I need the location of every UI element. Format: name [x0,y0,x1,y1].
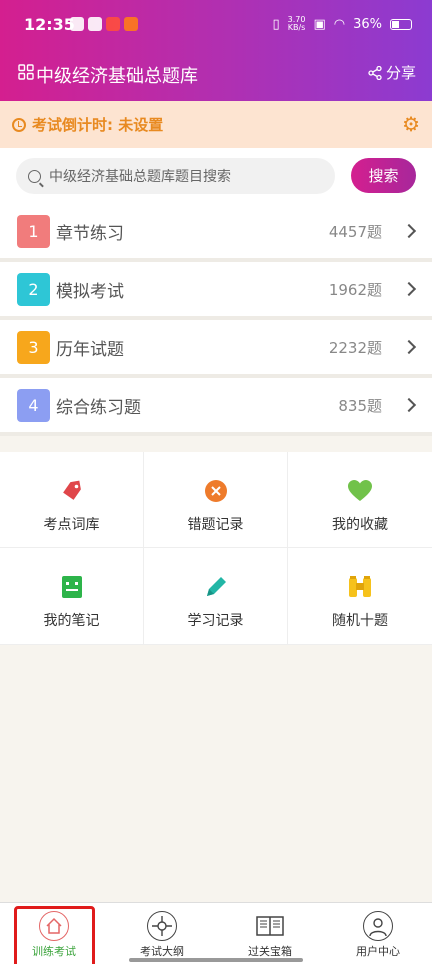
tool-notes[interactable]: 我的笔记 [0,548,144,645]
sim-icon: ▣ [313,16,326,32]
notification-icons [70,17,138,31]
share-icon [368,65,382,80]
tool-wrong-answers[interactable]: 错题记录 [144,452,288,548]
category-index-badge: 3 [17,330,50,364]
chevron-right-icon [401,281,417,297]
share-label: 分享 [385,64,416,82]
wifi-icon: ◠ [333,16,346,32]
battery-percent: 36% [353,16,382,32]
nav-bar: 中级经济基础总题库 分享 [0,50,432,101]
category-index-badge: 4 [17,388,50,422]
top-bar: 12:35 ▯ 3.70 KB/s ▣ ◠ 36% 中级经济基础总题库 分享 [0,0,432,101]
countdown-text: 考试倒计时: 未设置 [32,116,164,134]
tab-exam-outline[interactable]: 考试大纲 [108,903,216,964]
tab-user-center[interactable]: 用户中心 [324,903,432,964]
search-row: 中级经济基础总题库题目搜索 搜索 [0,148,432,204]
search-button[interactable]: 搜索 [351,158,416,193]
app-notification-icon [106,17,120,31]
app-notification-icon [124,17,138,31]
category-row-mock-exam[interactable]: 2 模拟考试 1962题 [0,262,432,320]
tool-study-record[interactable]: 学习记录 [144,548,288,645]
category-label: 章节练习 [56,223,124,244]
tab-label: 考试大纲 [140,945,184,958]
vibrate-icon: ▯ [272,16,280,32]
close-circle-icon [203,478,229,504]
heart-icon [347,478,373,504]
network-speed: 3.70 KB/s [287,15,306,32]
home-icon [39,911,69,941]
clock-icon [12,117,26,132]
tool-label: 我的笔记 [43,613,100,629]
tool-label: 我的收藏 [332,517,388,533]
category-index-badge: 1 [17,214,50,248]
tool-keyword-library[interactable]: 考点词库 [0,452,144,548]
book-icon [255,911,285,941]
exam-countdown-bar: 考试倒计时: 未设置 ⚙ [0,101,432,148]
category-row-comprehensive[interactable]: 4 综合练习题 835题 [0,378,432,436]
tool-label: 错题记录 [187,517,244,533]
category-label: 综合练习题 [56,397,141,418]
chevron-right-icon [401,339,417,355]
status-bar: 12:35 ▯ 3.70 KB/s ▣ ◠ 36% [0,0,432,50]
category-label: 历年试题 [56,339,124,360]
tool-label: 随机十题 [332,613,388,629]
tool-label: 学习记录 [187,613,244,629]
grid-menu-icon[interactable] [18,64,34,80]
category-count: 4457题 [328,222,382,241]
category-row-chapter[interactable]: 1 章节练习 4457题 [0,204,432,262]
bottom-tab-bar: 训练考试 考试大纲 过关宝箱 用户中心 [0,902,432,964]
category-count: 835题 [338,396,382,415]
pencil-icon [203,574,229,600]
tool-random-ten[interactable]: 随机十题 [288,548,432,645]
tag-icon [59,478,85,504]
category-list: 1 章节练习 4457题 2 模拟考试 1962题 3 历年试题 2232题 4… [0,204,432,436]
page-title: 中级经济基础总题库 [36,66,198,87]
tools-grid: 考点词库 错题记录 我的收藏 我的笔记 学习记录 随机十题 [0,452,432,645]
category-count: 1962题 [328,280,382,299]
tab-label: 过关宝箱 [248,945,292,958]
chevron-right-icon [401,397,417,413]
chevron-right-icon [401,223,417,239]
tab-label: 用户中心 [356,945,400,958]
app-notification-icon [88,17,102,31]
tab-treasure-box[interactable]: 过关宝箱 [216,903,324,964]
tool-label: 考点词库 [43,517,100,533]
status-time: 12:35 [24,15,75,34]
tool-favorites[interactable]: 我的收藏 [288,452,432,548]
category-index-badge: 2 [17,272,50,306]
user-icon [363,911,393,941]
status-right: ▯ 3.70 KB/s ▣ ◠ 36% [272,16,412,32]
gear-icon[interactable]: ⚙ [402,114,420,134]
gesture-home-bar [129,958,303,962]
category-row-past-papers[interactable]: 3 历年试题 2232题 [0,320,432,378]
app-notification-icon [70,17,84,31]
share-button[interactable]: 分享 [368,62,416,83]
search-input[interactable]: 中级经济基础总题库题目搜索 [16,158,335,194]
category-count: 2232题 [328,338,382,357]
tab-label: 训练考试 [32,945,76,958]
target-icon [147,911,177,941]
notebook-icon [59,574,85,600]
search-placeholder: 中级经济基础总题库题目搜索 [49,169,231,185]
battery-icon [390,18,412,30]
category-label: 模拟考试 [56,281,124,302]
search-icon [28,169,41,183]
tab-training-exam[interactable]: 训练考试 [0,903,108,964]
binoculars-icon [347,574,373,600]
